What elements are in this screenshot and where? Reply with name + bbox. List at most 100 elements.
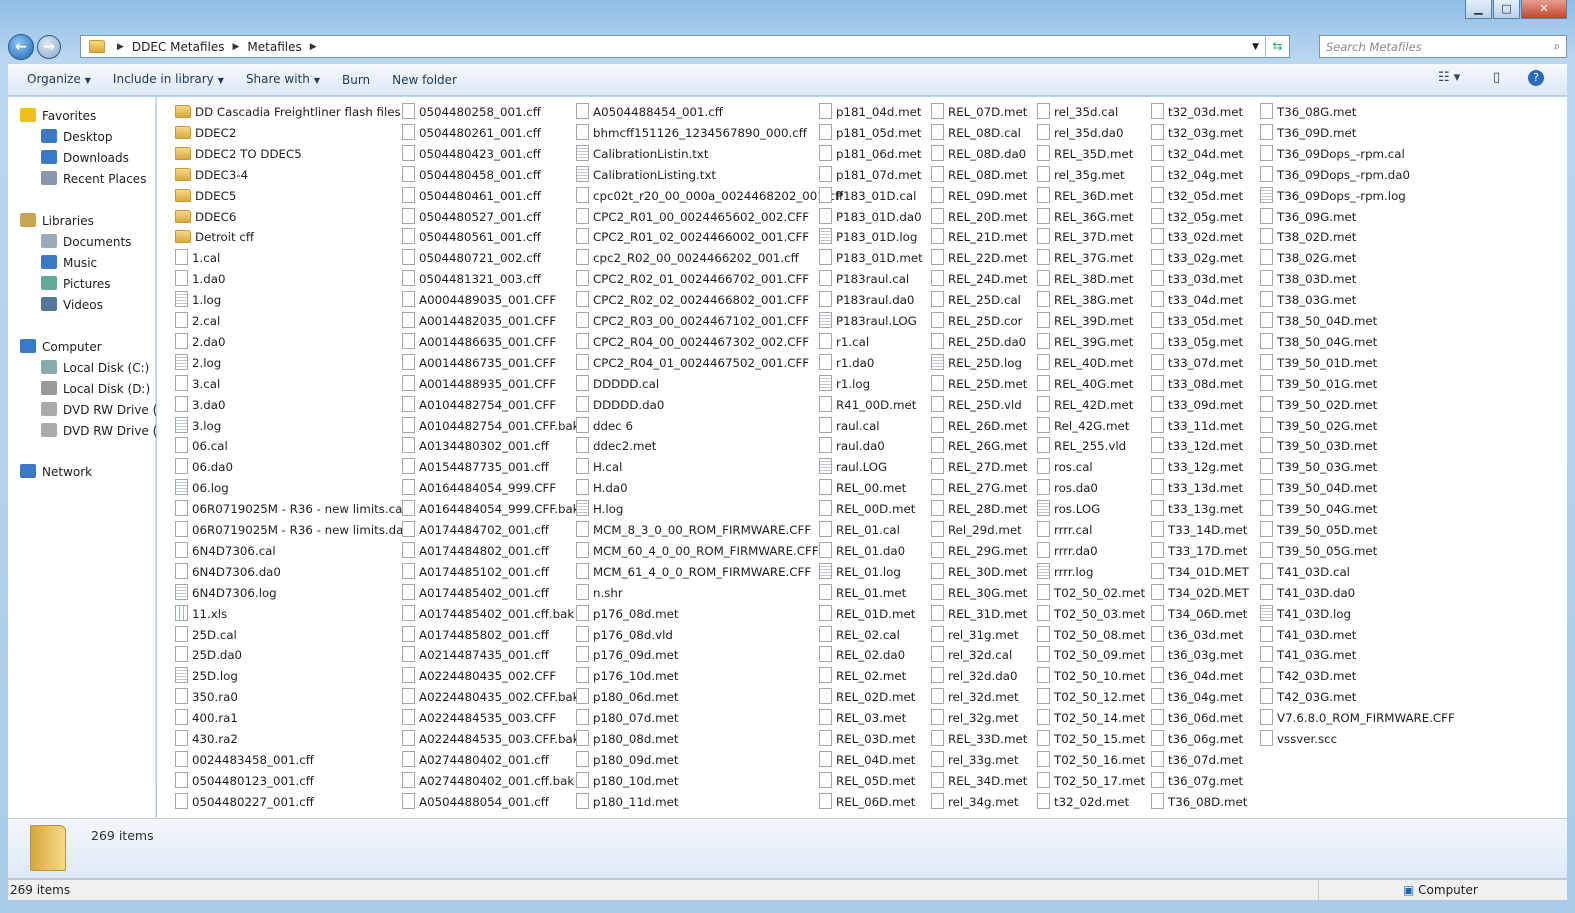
file-item[interactable]: p180_06d.met [576, 687, 679, 707]
file-item[interactable]: T41_03D.log [1260, 604, 1351, 624]
file-item[interactable]: A0504488054_001.cff [402, 792, 549, 812]
file-item[interactable]: REL_37G.met [1037, 248, 1133, 268]
file-item[interactable]: CPC2_R01_00_0024465602_002.CFF [576, 207, 809, 227]
file-item[interactable]: rel_34g.met [931, 792, 1019, 812]
file-item[interactable]: A0214487435_001.cff [402, 645, 549, 665]
folder-item[interactable]: DDEC2 [175, 123, 236, 143]
file-item[interactable]: A0004489035_001.CFF [402, 290, 556, 310]
file-item[interactable]: T36_08D.met [1151, 792, 1247, 812]
view-options-icon[interactable]: ☷ ▾ [1438, 70, 1460, 85]
sidebar-item-desktop[interactable]: Desktop [41, 127, 113, 147]
file-item[interactable]: T36_09G.met [1260, 207, 1356, 227]
file-item[interactable]: REL_08D.met [931, 165, 1027, 185]
file-item[interactable]: vssver.scc [1260, 729, 1337, 749]
sidebar-item-recent-places[interactable]: Recent Places [41, 169, 146, 189]
sidebar-item-dvd-drive[interactable]: DVD RW Drive (F:) [41, 421, 172, 441]
file-item[interactable]: REL_00.met [819, 478, 906, 498]
sidebar-item-music[interactable]: Music [41, 253, 97, 273]
file-item[interactable]: r1.log [819, 374, 870, 394]
file-item[interactable]: rrrr.cal [1037, 520, 1092, 540]
file-item[interactable]: CPC2_R02_02_0024466802_001.CFF [576, 290, 809, 310]
file-item[interactable]: CalibrationListing.txt [576, 165, 716, 185]
file-item[interactable]: A0174485102_001.cff [402, 562, 549, 582]
file-item[interactable]: T39_50_04G.met [1260, 499, 1377, 519]
file-item[interactable]: 0504480227_001.cff [175, 792, 314, 812]
file-item[interactable]: REL_40D.met [1037, 353, 1133, 373]
file-item[interactable]: 2.da0 [175, 332, 225, 352]
file-item[interactable]: T02_50_12.met [1037, 687, 1145, 707]
sidebar-item-library[interactable]: Libraries [20, 211, 94, 231]
file-item[interactable]: 1.da0 [175, 269, 225, 289]
file-item[interactable]: Rel_42G.met [1037, 416, 1129, 436]
file-item[interactable]: 6N4D7306.cal [175, 541, 276, 561]
file-item[interactable]: t33_13d.met [1151, 478, 1243, 498]
file-item[interactable]: DDDDD.da0 [576, 395, 664, 415]
file-item[interactable]: T02_50_09.met [1037, 645, 1145, 665]
file-item[interactable]: V7.6.8.0_ROM_FIRMWARE.CFF [1260, 708, 1455, 728]
file-item[interactable]: T42_03G.met [1260, 687, 1356, 707]
file-item[interactable]: REL_20D.met [931, 207, 1027, 227]
file-item[interactable]: n.shr [576, 583, 623, 603]
back-button[interactable]: ← [8, 33, 34, 60]
file-item[interactable]: T38_03D.met [1260, 269, 1356, 289]
sidebar-item-downloads[interactable]: Downloads [41, 148, 129, 168]
sidebar-item-local-disk[interactable]: Local Disk (D:) [41, 379, 150, 399]
folder-item[interactable]: DD Cascadia Freightliner flash files [175, 102, 401, 122]
file-item[interactable]: MCM_8_3_0_00_ROM_FIRMWARE.CFF [576, 520, 811, 540]
file-item[interactable]: t32_03d.met [1151, 102, 1243, 122]
file-item[interactable]: P183raul.da0 [819, 290, 914, 310]
file-item[interactable]: T02_50_10.met [1037, 666, 1145, 686]
file-item[interactable]: t32_03g.met [1151, 123, 1243, 143]
file-item[interactable]: A0014486735_001.CFF [402, 353, 556, 373]
file-item[interactable]: T42_03D.met [1260, 666, 1356, 686]
refresh-icon[interactable]: ⇆ [1265, 36, 1289, 57]
file-item[interactable]: REL_08D.cal [931, 123, 1021, 143]
file-item[interactable]: 0504480721_002.cff [402, 248, 541, 268]
file-item[interactable]: T36_09Dops_-rpm.log [1260, 186, 1406, 206]
file-item[interactable]: cpc2_R02_00_0024466202_001.cff [576, 248, 799, 268]
file-item[interactable]: rrrr.log [1037, 562, 1093, 582]
file-item[interactable]: p180_11d.met [576, 792, 679, 812]
file-item[interactable]: CPC2_R04_00_0024467302_002.CFF [576, 332, 809, 352]
file-item[interactable]: T02_50_16.met [1037, 750, 1145, 770]
folder-item[interactable]: DDEC6 [175, 207, 236, 227]
file-item[interactable]: T39_50_05G.met [1260, 541, 1377, 561]
file-item[interactable]: A0174484802_001.cff [402, 541, 549, 561]
file-item[interactable]: Rel_29d.met [931, 520, 1022, 540]
sidebar-item-network[interactable]: Network [20, 462, 92, 482]
file-item[interactable]: T41_03D.da0 [1260, 583, 1355, 603]
share-with-button[interactable]: Share with ▼ [235, 64, 331, 96]
file-item[interactable]: T38_50_04D.met [1260, 311, 1377, 331]
file-item[interactable]: t36_07d.met [1151, 750, 1243, 770]
file-item[interactable]: raul.da0 [819, 436, 885, 456]
file-item[interactable]: rel_35d.da0 [1037, 123, 1124, 143]
file-item[interactable]: P183_01D.log [819, 227, 917, 247]
file-item[interactable]: t33_02g.met [1151, 248, 1243, 268]
file-item[interactable]: T36_08G.met [1260, 102, 1356, 122]
file-item[interactable]: P183_01D.da0 [819, 207, 922, 227]
file-item[interactable]: bhmcff151126_1234567890_000.cff [576, 123, 807, 143]
file-item[interactable]: t33_11d.met [1151, 416, 1243, 436]
file-item[interactable]: rel_32g.met [931, 708, 1019, 728]
file-item[interactable]: rel_32d.cal [931, 645, 1012, 665]
file-item[interactable]: REL_25D.cal [931, 290, 1021, 310]
file-item[interactable]: T36_09Dops_-rpm.da0 [1260, 165, 1410, 185]
file-item[interactable]: t36_06g.met [1151, 729, 1243, 749]
file-item[interactable]: 11.xls [175, 604, 227, 624]
file-item[interactable]: A0174485402_001.cff.bak [402, 604, 574, 624]
file-item[interactable]: REL_255.vld [1037, 436, 1126, 456]
sidebar-item-dvd-drive[interactable]: DVD RW Drive (E:) [41, 400, 174, 420]
file-item[interactable]: 0504480561_001.cff [402, 227, 541, 247]
file-item[interactable]: T02_50_15.met [1037, 729, 1145, 749]
preview-pane-icon[interactable]: ▯ [1493, 70, 1500, 85]
file-item[interactable]: 0504480123_001.cff [175, 771, 314, 791]
file-item[interactable]: 400.ra1 [175, 708, 238, 728]
file-item[interactable]: REL_01.da0 [819, 541, 905, 561]
file-item[interactable]: T38_03G.met [1260, 290, 1356, 310]
file-item[interactable]: REL_27D.met [931, 457, 1027, 477]
file-item[interactable]: REL_21D.met [931, 227, 1027, 247]
file-item[interactable]: DDDDD.cal [576, 374, 659, 394]
file-item[interactable]: rel_31g.met [931, 625, 1019, 645]
file-item[interactable]: REL_07D.met [931, 102, 1027, 122]
file-item[interactable]: 0504481321_003.cff [402, 269, 541, 289]
